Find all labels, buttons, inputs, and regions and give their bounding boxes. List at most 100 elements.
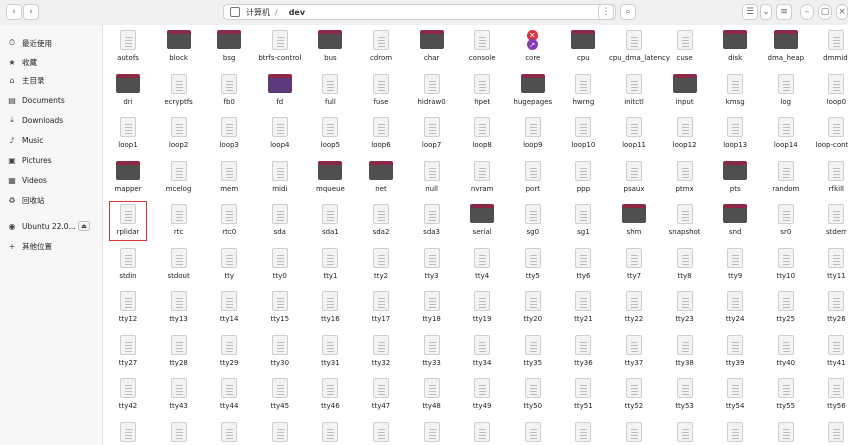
file-item[interactable]: tty43 <box>154 375 204 415</box>
minimize-button[interactable]: – <box>800 4 814 20</box>
file-item[interactable]: tty14 <box>204 288 254 328</box>
file-item[interactable]: disk <box>710 27 760 67</box>
file-item[interactable]: tty18 <box>407 288 457 328</box>
file-item[interactable]: tty55 <box>761 375 811 415</box>
file-item[interactable]: tty47 <box>356 375 406 415</box>
file-item[interactable]: loop13 <box>710 114 760 154</box>
file-item[interactable]: tty28 <box>154 332 204 372</box>
file-item[interactable]: loop14 <box>761 114 811 154</box>
file-item[interactable]: tty56 <box>811 375 848 415</box>
file-item[interactable]: null <box>407 158 457 198</box>
file-item[interactable]: loop0 <box>811 71 848 111</box>
file-item[interactable]: mcelog <box>154 158 204 198</box>
file-item[interactable]: console <box>457 27 507 67</box>
file-item[interactable]: tty38 <box>660 332 710 372</box>
menu-button[interactable]: ≡ <box>776 4 792 20</box>
search-button[interactable]: ⌕ <box>620 4 636 20</box>
file-item[interactable]: loop12 <box>660 114 710 154</box>
file-item[interactable]: snd <box>710 201 760 241</box>
path-segment-computer[interactable]: 计算机 <box>246 7 270 18</box>
sidebar-item-3[interactable]: ⌂ 主目录 <box>6 73 44 87</box>
file-item[interactable]: tty22 <box>609 288 659 328</box>
file-item[interactable]: tty24 <box>710 288 760 328</box>
file-item[interactable]: tty1 <box>305 245 355 285</box>
eject-icon[interactable]: ⏏ <box>78 221 90 231</box>
file-item[interactable]: char <box>407 27 457 67</box>
file-item[interactable]: cdrom <box>356 27 406 67</box>
file-item[interactable]: tty36 <box>558 332 608 372</box>
file-item[interactable]: stdout <box>154 245 204 285</box>
file-item[interactable]: psaux <box>609 158 659 198</box>
file-item[interactable]: tty34 <box>457 332 507 372</box>
file-item[interactable]: tty58 <box>154 419 204 445</box>
file-item[interactable]: log <box>761 71 811 111</box>
file-item[interactable]: tty50 <box>508 375 558 415</box>
file-item[interactable]: loop8 <box>457 114 507 154</box>
sidebar-item-11[interactable]: + 其他位置 <box>6 239 52 253</box>
file-item[interactable]: tty4 <box>457 245 507 285</box>
file-item[interactable]: loop7 <box>407 114 457 154</box>
file-item[interactable]: ttyS5 <box>761 419 811 445</box>
file-item[interactable]: mapper <box>103 158 153 198</box>
file-item[interactable]: tty20 <box>508 288 558 328</box>
maximize-button[interactable]: ▢ <box>818 4 832 20</box>
file-item[interactable]: tty37 <box>609 332 659 372</box>
file-item[interactable]: loop11 <box>609 114 659 154</box>
file-item[interactable]: ttyS2 <box>609 419 659 445</box>
file-item[interactable]: ttyS1 <box>558 419 608 445</box>
file-item[interactable]: tty23 <box>660 288 710 328</box>
file-item[interactable]: bus <box>305 27 355 67</box>
file-item[interactable]: tty17 <box>356 288 406 328</box>
file-item[interactable]: sg0 <box>508 201 558 241</box>
file-item[interactable]: tty57 <box>103 419 153 445</box>
file-item[interactable]: tty46 <box>305 375 355 415</box>
file-item[interactable]: sda3 <box>407 201 457 241</box>
file-item[interactable]: serial <box>457 201 507 241</box>
file-item[interactable]: tty51 <box>558 375 608 415</box>
file-item[interactable]: sda <box>255 201 305 241</box>
file-item[interactable]: dma_heap <box>761 27 811 67</box>
file-item[interactable]: hpet <box>457 71 507 111</box>
file-item[interactable]: tty49 <box>457 375 507 415</box>
file-item[interactable]: port <box>508 158 558 198</box>
file-item[interactable]: cpu_dma_latency <box>609 27 670 67</box>
file-item[interactable]: tty7 <box>609 245 659 285</box>
file-item[interactable]: tty8 <box>660 245 710 285</box>
file-item[interactable]: btrfs-control <box>255 27 305 67</box>
file-item[interactable]: tty19 <box>457 288 507 328</box>
path-menu-button[interactable]: ⋮ <box>598 4 614 20</box>
file-item[interactable]: tty13 <box>154 288 204 328</box>
file-item[interactable]: loop6 <box>356 114 406 154</box>
file-item[interactable]: loop-control <box>811 114 848 154</box>
file-item[interactable]: tty62 <box>356 419 406 445</box>
file-item[interactable]: rtc0 <box>204 201 254 241</box>
file-item[interactable]: tty9 <box>710 245 760 285</box>
file-item[interactable]: ttyprintk <box>457 419 507 445</box>
path-bar[interactable]: 计算机 / dev <box>223 4 616 20</box>
file-item[interactable]: tty52 <box>609 375 659 415</box>
file-item[interactable]: ttyS6 <box>811 419 848 445</box>
file-item[interactable]: tty32 <box>356 332 406 372</box>
file-item[interactable]: loop9 <box>508 114 558 154</box>
file-item[interactable]: block <box>154 27 204 67</box>
file-item[interactable]: tty61 <box>305 419 355 445</box>
file-item[interactable]: ttyS4 <box>710 419 760 445</box>
file-item[interactable]: hugepages <box>508 71 558 111</box>
file-item[interactable]: sg1 <box>558 201 608 241</box>
file-item[interactable]: loop2 <box>154 114 204 154</box>
file-item[interactable]: ✕ ↗ core <box>508 27 558 67</box>
file-item[interactable]: tty12 <box>103 288 153 328</box>
file-item[interactable]: tty31 <box>305 332 355 372</box>
file-item[interactable]: ptmx <box>660 158 710 198</box>
file-item[interactable]: loop1 <box>103 114 153 154</box>
file-item[interactable]: fd <box>255 71 305 111</box>
file-item[interactable]: tty2 <box>356 245 406 285</box>
sidebar-item-10[interactable]: ◉ Ubuntu 22.0... <box>6 219 76 233</box>
file-item[interactable]: full <box>305 71 355 111</box>
file-item[interactable]: hidraw0 <box>407 71 457 111</box>
file-item[interactable]: loop4 <box>255 114 305 154</box>
view-options-button[interactable]: ⌄ <box>760 4 772 20</box>
file-item[interactable]: tty25 <box>761 288 811 328</box>
file-item[interactable]: tty6 <box>558 245 608 285</box>
file-item[interactable]: dmmidi <box>811 27 848 67</box>
